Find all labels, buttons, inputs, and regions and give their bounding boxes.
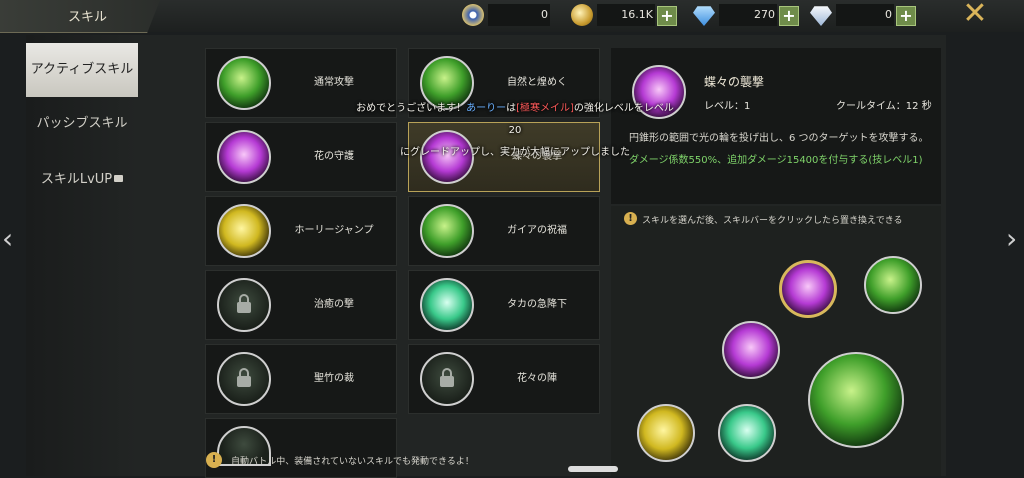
tab-passive-skill-label: パッシブスキル — [36, 116, 128, 131]
skill-card[interactable]: ホーリージャンプ — [205, 196, 397, 266]
lock-icon — [440, 368, 454, 387]
footer-tip: 自動バトル中、装備されていないスキルでも発動できるよ！ — [231, 457, 474, 467]
skill-category-nav: アクティブスキル パッシブスキル スキルLvUP — [26, 35, 141, 476]
white-diamond-currency: 0 + — [810, 4, 916, 26]
skill-name: タカの急降下 — [507, 299, 567, 310]
skill-name: ガイアの祝福 — [507, 225, 567, 236]
info-icon: ! — [624, 212, 637, 225]
add-gold-button[interactable]: + — [657, 6, 677, 26]
lock-icon — [237, 294, 251, 313]
gold-currency: 16.1K + — [571, 4, 677, 26]
skill-card[interactable]: ガイアの祝福 — [408, 196, 600, 266]
notice-line-2: にグレードアップし、実力が大幅にアップしました — [400, 147, 630, 158]
prev-arrow-icon[interactable]: ‹ — [2, 222, 13, 255]
tab-active-skill[interactable]: アクティブスキル — [26, 43, 141, 97]
tip-icon: ! — [206, 452, 222, 468]
skill-name: 聖竹の裁 — [314, 373, 354, 384]
lock-icon — [237, 368, 251, 387]
sp-coin-icon — [462, 4, 484, 26]
skill-icon — [217, 204, 271, 258]
loadout-slot-4[interactable] — [637, 404, 695, 462]
blue-diamond-currency: 270 + — [693, 4, 799, 26]
add-white-diamond-button[interactable]: + — [896, 6, 916, 26]
skill-icon — [217, 56, 271, 110]
skill-name: 治癒の撃 — [314, 299, 354, 310]
gold-value: 16.1K — [597, 4, 655, 26]
broadcast-notice: おめでとうございます！あーりーは[極寒メイル]の強化レベルをレベル20 にグレー… — [350, 98, 680, 164]
skill-card[interactable]: 治癒の撃 — [205, 270, 397, 340]
next-arrow-icon[interactable]: › — [1006, 222, 1017, 255]
blue-diamond-icon — [693, 6, 715, 26]
add-blue-diamond-button[interactable]: + — [779, 6, 799, 26]
skill-icon — [420, 204, 474, 258]
detail-skill-name: 蝶々の襲撃 — [704, 75, 765, 89]
notice-text: おめでとうございます！ — [356, 103, 467, 114]
loadout-main-attack-slot[interactable] — [808, 352, 904, 448]
skill-card[interactable]: 聖竹の裁 — [205, 344, 397, 414]
skill-icon — [217, 130, 271, 184]
lock-icon — [114, 175, 124, 182]
tab-skill-lvup[interactable]: スキルLvUP — [26, 153, 138, 207]
skill-icon — [420, 352, 474, 406]
notice-text: は — [506, 103, 517, 114]
blue-diamond-value: 270 — [719, 4, 777, 26]
skill-card[interactable]: 花々の陣 — [408, 344, 600, 414]
loadout-slot-1[interactable] — [779, 260, 837, 318]
skill-name: ホーリージャンプ — [294, 225, 374, 236]
skill-name: 花々の陣 — [517, 373, 557, 384]
skill-icon — [217, 278, 271, 332]
detail-level: レベル：1 — [704, 101, 751, 112]
loadout-hint: スキルを選んだ後、スキルバーをクリックしたら置き換えできる — [642, 216, 903, 226]
tab-active-skill-label: アクティブスキル — [30, 62, 134, 77]
skill-icon — [420, 278, 474, 332]
sp-value: 0 — [488, 4, 550, 26]
sp-currency: 0 — [462, 4, 550, 26]
loadout-slot-3[interactable] — [722, 321, 780, 379]
notice-player: あーりー — [466, 103, 507, 114]
skill-icon — [217, 352, 271, 406]
white-diamond-value: 0 — [836, 4, 894, 26]
page-title-tab: スキル — [0, 0, 160, 33]
detail-cooldown: クールタイム：12 秒 — [836, 101, 932, 112]
notice-line-1: おめでとうございます！あーりーは[極寒メイル]の強化レベルをレベル20 — [350, 98, 680, 142]
loadout-slot-2[interactable] — [864, 256, 922, 314]
tab-passive-skill[interactable]: パッシブスキル — [26, 97, 138, 151]
tab-skill-lvup-label: スキルLvUP — [40, 172, 113, 187]
page-title: スキル — [68, 10, 108, 25]
close-icon[interactable]: ✕ — [960, 0, 990, 30]
gold-coin-icon — [571, 4, 593, 26]
skill-card-partial[interactable] — [205, 418, 397, 478]
notice-item: [極寒メイル] — [516, 103, 574, 114]
home-indicator — [568, 466, 618, 472]
white-diamond-icon — [810, 6, 832, 26]
loadout-slot-5[interactable] — [718, 404, 776, 462]
skill-card[interactable]: タカの急降下 — [408, 270, 600, 340]
